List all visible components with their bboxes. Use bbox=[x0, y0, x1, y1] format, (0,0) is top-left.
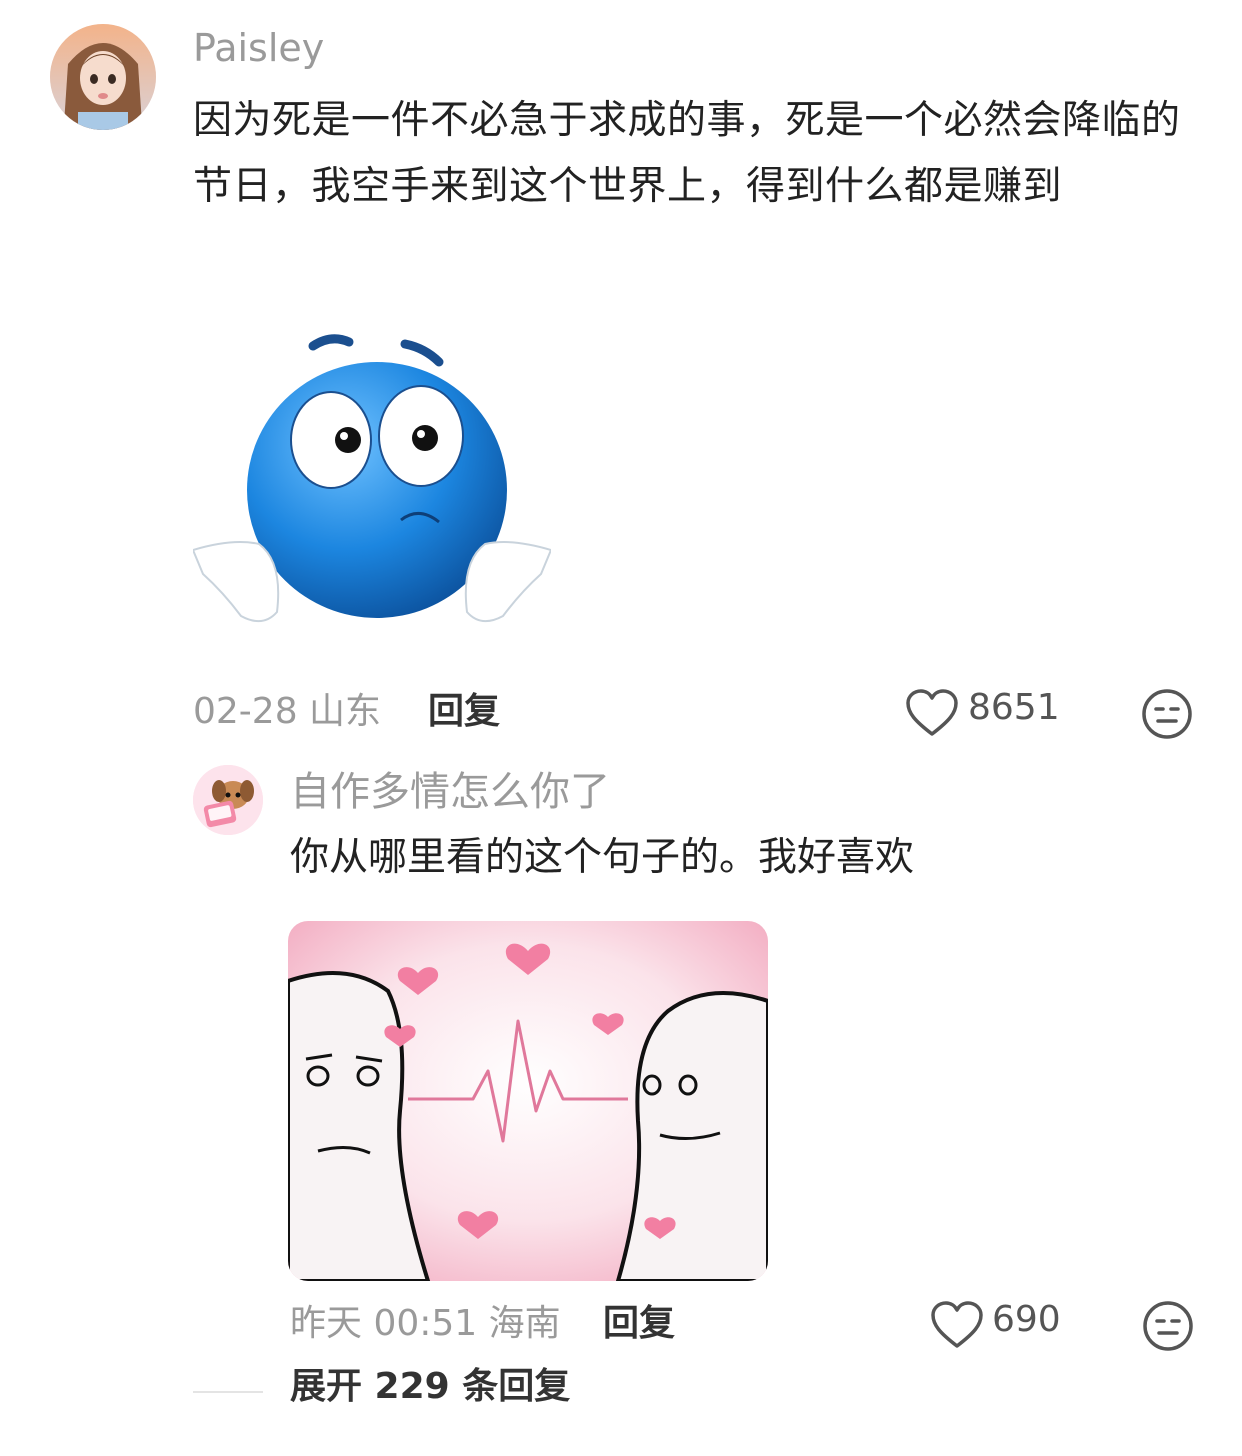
expand-replies-button[interactable]: 展开 229 条回复 bbox=[290, 1364, 570, 1410]
heartbeat-meme-icon bbox=[288, 921, 768, 1281]
dislike-button[interactable] bbox=[1141, 688, 1193, 740]
username[interactable]: 自作多情怎么你了 bbox=[290, 768, 610, 816]
avatar[interactable] bbox=[193, 765, 263, 835]
meh-face-icon bbox=[1142, 689, 1192, 739]
puppy-avatar-icon bbox=[193, 765, 263, 835]
blue-shrug-emoji-icon bbox=[193, 334, 551, 623]
dislike-button[interactable] bbox=[1142, 1300, 1194, 1352]
like-button[interactable] bbox=[930, 1300, 984, 1352]
meh-face-icon bbox=[1143, 1301, 1193, 1351]
expand-divider bbox=[193, 1391, 263, 1393]
comment-text: 你从哪里看的这个句子的。我好喜欢 bbox=[290, 835, 915, 880]
comment-meme-image[interactable] bbox=[288, 921, 768, 1281]
comment-meta: 昨天 00:51 海南 bbox=[290, 1303, 561, 1344]
comment-text: 因为死是一件不必急于求成的事，死是一个必然会降临的节日，我空手来到这个世界上，得… bbox=[193, 98, 1181, 209]
like-count: 8651 bbox=[968, 687, 1060, 728]
reply-button[interactable]: 回复 bbox=[428, 690, 500, 734]
like-button[interactable] bbox=[905, 688, 959, 740]
comment-meta: 02-28 山东 bbox=[193, 691, 382, 732]
avatar[interactable] bbox=[50, 24, 156, 130]
heart-icon bbox=[931, 1301, 983, 1348]
reply-button[interactable]: 回复 bbox=[603, 1302, 675, 1346]
like-count: 690 bbox=[992, 1299, 1061, 1340]
girl-avatar-icon bbox=[50, 24, 156, 130]
username[interactable]: Paisley bbox=[193, 26, 324, 70]
comment-sticker[interactable] bbox=[193, 312, 551, 668]
heart-icon bbox=[906, 689, 958, 736]
